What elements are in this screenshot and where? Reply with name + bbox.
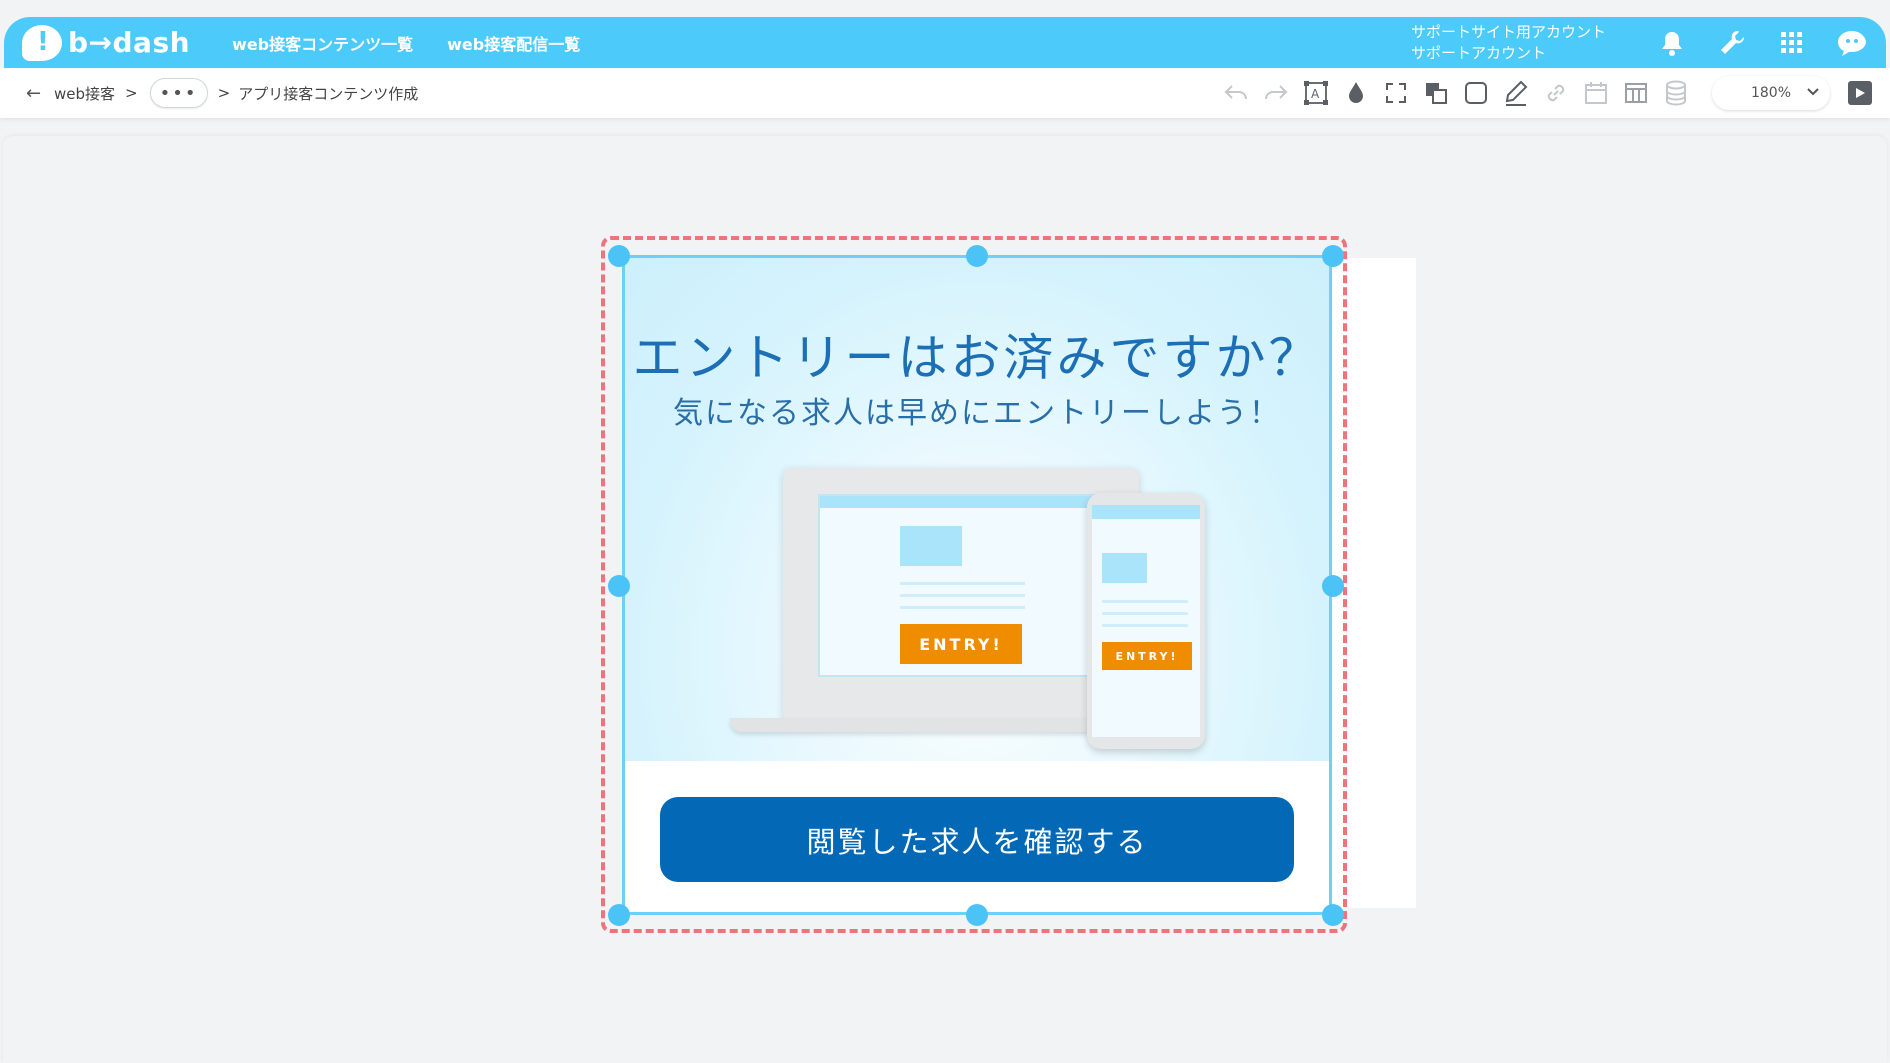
rectangle-icon[interactable] bbox=[1456, 73, 1496, 113]
redo-icon[interactable] bbox=[1256, 73, 1296, 113]
account-site-name: サポートサイト用アカウント bbox=[1410, 22, 1606, 41]
resize-handle-bottom-left[interactable] bbox=[608, 904, 630, 926]
phone-entry-badge: ENTRY! bbox=[1102, 642, 1192, 670]
breadcrumb-root[interactable]: web接客 bbox=[54, 83, 115, 104]
resize-handle-top[interactable] bbox=[966, 245, 988, 267]
laptop-entry-badge: ENTRY! bbox=[900, 624, 1022, 664]
pen-icon[interactable] bbox=[1496, 73, 1536, 113]
logo-mark-icon bbox=[22, 24, 62, 61]
laptop-illustration: ENTRY! bbox=[783, 468, 1139, 723]
wrench-icon[interactable] bbox=[1702, 17, 1762, 68]
phone-illustration: ENTRY! bbox=[1087, 493, 1205, 749]
nav-web-delivery-list[interactable]: web接客配信一覧 bbox=[447, 31, 580, 55]
editor-tools: A 180% bbox=[1216, 73, 1890, 113]
breadcrumb-current: アプリ接客コンテンツ作成 bbox=[238, 84, 419, 103]
preview-play-button[interactable] bbox=[1848, 81, 1872, 105]
breadcrumb-separator: > bbox=[217, 84, 231, 102]
breadcrumb-more-button[interactable]: ••• bbox=[149, 78, 208, 108]
nav-web-content-list[interactable]: web接客コンテンツ一覧 bbox=[232, 31, 413, 55]
layer-icon[interactable] bbox=[1416, 73, 1456, 113]
calendar-icon[interactable] bbox=[1576, 73, 1616, 113]
hero-image-area[interactable]: エントリーはお済みですか？ 気になる求人は早めにエントリーしよう！ ENTRY! bbox=[625, 258, 1329, 761]
breadcrumb-separator: > bbox=[125, 84, 138, 102]
bell-icon[interactable] bbox=[1642, 17, 1702, 68]
logo-text: b→dash bbox=[68, 26, 191, 59]
database-icon[interactable] bbox=[1656, 73, 1696, 113]
link-icon[interactable] bbox=[1536, 73, 1576, 113]
bdash-logo[interactable]: b→dash bbox=[22, 24, 191, 61]
apps-grid-icon[interactable] bbox=[1762, 17, 1822, 68]
back-arrow-icon[interactable]: ← bbox=[26, 83, 46, 104]
play-icon bbox=[1856, 88, 1865, 98]
editor-toolbar: ← web接客 > ••• > アプリ接客コンテンツ作成 A 180% bbox=[0, 68, 1890, 118]
resize-handle-bottom-right[interactable] bbox=[1322, 904, 1344, 926]
laptop-screen: ENTRY! bbox=[818, 494, 1118, 677]
resize-handle-right[interactable] bbox=[1322, 575, 1344, 597]
popup-content[interactable]: エントリーはお済みですか？ 気になる求人は早めにエントリーしよう！ ENTRY! bbox=[622, 255, 1332, 915]
app-header: b→dash web接客コンテンツ一覧 web接客配信一覧 サポートサイト用アカ… bbox=[4, 17, 1886, 68]
undo-icon[interactable] bbox=[1216, 73, 1256, 113]
table-icon[interactable] bbox=[1616, 73, 1656, 113]
zoom-select[interactable]: 180% bbox=[1712, 76, 1830, 110]
popup-headline[interactable]: エントリーはお済みですか？ bbox=[625, 318, 1329, 390]
zoom-value: 180% bbox=[1750, 85, 1792, 101]
chevron-down-icon bbox=[1807, 88, 1819, 96]
fill-color-icon[interactable] bbox=[1336, 73, 1376, 113]
fullscreen-icon[interactable] bbox=[1376, 73, 1416, 113]
resize-handle-top-right[interactable] bbox=[1322, 245, 1344, 267]
user-avatar-icon[interactable] bbox=[1822, 17, 1882, 68]
svg-text:A: A bbox=[1311, 87, 1320, 101]
resize-handle-left[interactable] bbox=[608, 575, 630, 597]
account-info[interactable]: サポートサイト用アカウント サポートアカウント bbox=[1411, 22, 1606, 64]
resize-handle-top-left[interactable] bbox=[608, 245, 630, 267]
text-frame-icon[interactable]: A bbox=[1296, 73, 1336, 113]
resize-handle-bottom[interactable] bbox=[966, 904, 988, 926]
view-jobs-button[interactable]: 閲覧した求人を確認する bbox=[660, 797, 1294, 882]
phone-screen: ENTRY! bbox=[1092, 505, 1200, 737]
popup-subline[interactable]: 気になる求人は早めにエントリーしよう！ bbox=[625, 388, 1329, 432]
account-user-name: サポートアカウント bbox=[1410, 43, 1546, 62]
